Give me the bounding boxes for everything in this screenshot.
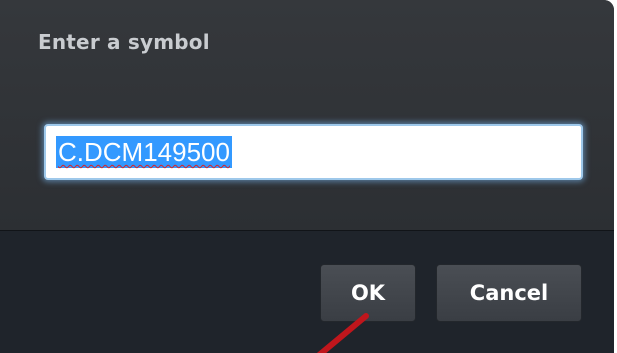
ok-button-label: OK	[350, 281, 386, 305]
ok-button[interactable]: OK	[320, 264, 416, 322]
cancel-button-label: Cancel	[469, 281, 549, 305]
screenshot-canvas: Enter a symbol C.DCM149500 OK Cancel	[0, 0, 617, 353]
dialog-footer: OK Cancel	[0, 230, 614, 353]
symbol-input[interactable]: C.DCM149500	[44, 124, 583, 180]
cancel-button[interactable]: Cancel	[436, 264, 582, 322]
dialog-title: Enter a symbol	[38, 30, 210, 54]
symbol-dialog: Enter a symbol C.DCM149500 OK Cancel	[0, 0, 614, 353]
dialog-body: Enter a symbol C.DCM149500	[0, 0, 614, 230]
symbol-input-value[interactable]: C.DCM149500	[56, 136, 232, 168]
